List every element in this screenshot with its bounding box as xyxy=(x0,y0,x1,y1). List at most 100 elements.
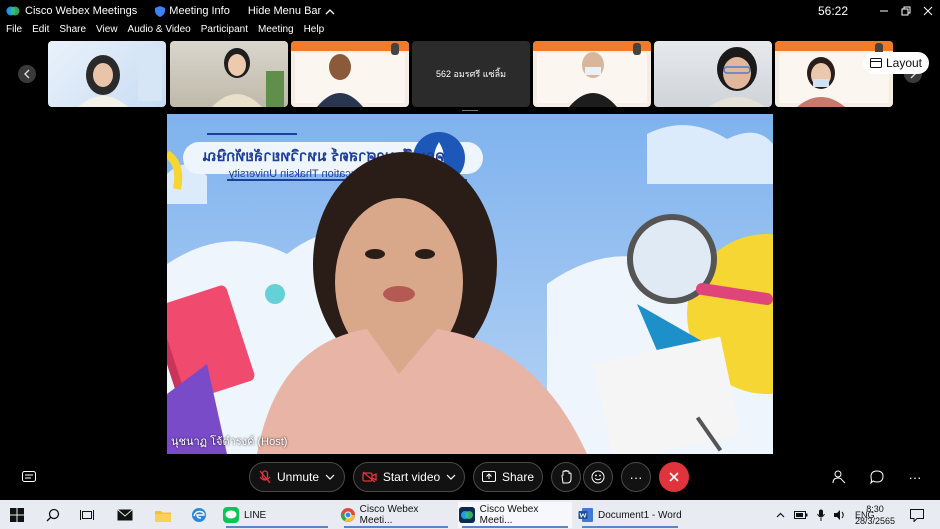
browser-icon xyxy=(192,508,206,522)
chevron-down-icon[interactable] xyxy=(446,474,456,480)
hide-menu-bar-button[interactable]: Hide Menu Bar xyxy=(248,5,335,17)
chat-panel-button[interactable] xyxy=(862,462,892,492)
taskbar-app-word[interactable]: Document1 - Word xyxy=(578,502,682,528)
task-view-button[interactable] xyxy=(76,504,98,526)
participants-icon xyxy=(832,470,846,484)
participants-panel-button[interactable] xyxy=(824,462,854,492)
folder-icon xyxy=(155,510,171,522)
menu-audio-video[interactable]: Audio & Video xyxy=(128,24,191,40)
participant-thumbnail xyxy=(78,47,162,107)
maximize-button[interactable] xyxy=(894,2,918,20)
task-active-indicator xyxy=(226,526,328,528)
presenter-name-label: นุชนาฏ โจ้ดำรงค์ (Host) xyxy=(171,436,288,448)
unmute-button[interactable]: Unmute xyxy=(249,462,345,492)
camera-off-icon xyxy=(362,471,377,483)
start-button[interactable] xyxy=(6,504,28,526)
notification-icon xyxy=(910,508,924,522)
taskbar-app-line[interactable]: LINE xyxy=(222,502,332,528)
taskbar-search-button[interactable] xyxy=(42,504,64,526)
task-label: Document1 - Word xyxy=(598,509,682,521)
participant-thumbnail xyxy=(709,47,765,107)
taskbar-mail-button[interactable] xyxy=(114,504,136,526)
task-view-icon xyxy=(80,510,94,520)
meeting-controls-bar: Unmute Start video Share ··· ··· xyxy=(0,455,940,499)
microphone-icon[interactable] xyxy=(817,509,825,521)
menu-share[interactable]: Share xyxy=(59,24,86,40)
taskbar-app-webex-2[interactable]: Cisco Webex Meeti... xyxy=(458,502,572,528)
chevron-down-icon[interactable] xyxy=(325,474,335,480)
participant-name: 562 อมรศรี แซ่ลิ้ม xyxy=(435,69,507,79)
chat-toggle-button[interactable] xyxy=(14,462,44,492)
line-app-icon xyxy=(223,507,239,523)
menu-help[interactable]: Help xyxy=(304,24,325,40)
task-active-indicator xyxy=(462,526,568,528)
volume-icon[interactable] xyxy=(834,509,846,520)
chat-bubble-icon xyxy=(870,470,884,484)
word-icon xyxy=(578,508,593,522)
more-icon: ··· xyxy=(629,469,643,485)
raise-hand-button[interactable] xyxy=(551,462,581,492)
participant-video-tile[interactable] xyxy=(48,41,166,107)
share-button[interactable]: Share xyxy=(473,462,543,492)
start-video-label: Start video xyxy=(382,470,441,484)
taskbar-clock[interactable]: 8:30 28/3/2565 xyxy=(850,500,900,529)
app-name: Cisco Webex Meetings xyxy=(25,5,138,17)
participant-thumbnail xyxy=(775,41,893,107)
menu-view[interactable]: View xyxy=(96,24,118,40)
taskbar-app-webex-1[interactable]: Cisco Webex Meeti... xyxy=(340,502,452,528)
participant-thumbnail xyxy=(533,41,651,107)
close-window-button[interactable] xyxy=(916,2,940,20)
unmute-label: Unmute xyxy=(276,470,320,484)
participant-name-tile[interactable]: 562 อมรศรี แซ่ลิ้ม xyxy=(412,41,530,107)
participant-video-tile[interactable] xyxy=(533,41,651,107)
minimize-button[interactable] xyxy=(872,2,896,20)
participant-video-tile[interactable] xyxy=(654,41,772,107)
participant-video-tile[interactable] xyxy=(170,41,288,107)
chevron-left-icon xyxy=(24,69,30,79)
windows-logo-icon xyxy=(10,508,24,522)
meeting-timer: 56:22 xyxy=(818,4,849,18)
task-label: Cisco Webex Meeti... xyxy=(359,504,419,526)
webex-app-icon xyxy=(459,507,475,523)
clock-time: 8:30 xyxy=(866,503,884,514)
task-active-indicator xyxy=(344,526,448,528)
hide-menu-label: Hide Menu Bar xyxy=(247,5,322,17)
leave-meeting-button[interactable] xyxy=(659,462,689,492)
speaker-silhouette xyxy=(257,152,587,454)
menu-edit[interactable]: Edit xyxy=(32,24,49,40)
start-video-button[interactable]: Start video xyxy=(353,462,465,492)
taskbar-explorer-button[interactable] xyxy=(152,504,174,526)
task-active-indicator xyxy=(582,526,678,528)
meeting-info-label: Meeting Info xyxy=(169,5,230,17)
battery-icon[interactable] xyxy=(794,510,808,519)
menu-participant[interactable]: Participant xyxy=(201,24,248,40)
layout-icon xyxy=(869,58,882,68)
taskbar-edge-button[interactable] xyxy=(188,504,210,526)
menu-meeting[interactable]: Meeting xyxy=(258,24,294,40)
task-label: Cisco Webex Meeti... xyxy=(479,504,539,526)
more-options-button[interactable]: ··· xyxy=(621,462,651,492)
panel-more-icon: ··· xyxy=(908,469,922,485)
chevron-up-icon[interactable] xyxy=(776,512,785,518)
active-speaker-video[interactable]: คณะศึกษาศาสตร์ มหาวิทยาลัยทักษิณ Faculty… xyxy=(167,114,773,454)
title-bar: Cisco Webex Meetings Meeting Info Hide M… xyxy=(0,0,940,22)
captions-icon xyxy=(22,471,36,482)
meeting-info-button[interactable]: Meeting Info xyxy=(155,5,230,17)
clock-date: 28/3/2565 xyxy=(854,515,896,526)
reactions-button[interactable] xyxy=(583,462,613,492)
layout-button[interactable]: Layout xyxy=(863,52,929,74)
participant-video-tile[interactable] xyxy=(291,41,409,107)
menu-file[interactable]: File xyxy=(6,24,22,40)
webex-logo-icon xyxy=(6,6,20,16)
participant-thumbnail xyxy=(291,41,409,107)
minimize-icon xyxy=(880,10,888,12)
notifications-button[interactable] xyxy=(906,504,928,526)
menu-bar: File Edit Share View Audio & Video Parti… xyxy=(0,24,328,40)
participant-thumbnail xyxy=(212,48,284,107)
strip-prev-button[interactable] xyxy=(18,65,36,83)
close-icon xyxy=(923,6,933,16)
emoji-icon xyxy=(591,470,605,484)
panel-more-button[interactable]: ··· xyxy=(900,462,930,492)
share-screen-icon xyxy=(481,471,496,482)
participant-video-tile[interactable] xyxy=(775,41,893,107)
